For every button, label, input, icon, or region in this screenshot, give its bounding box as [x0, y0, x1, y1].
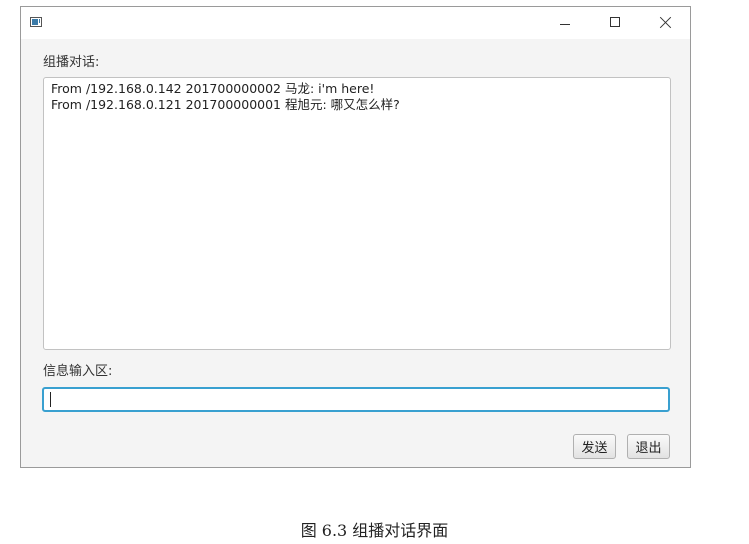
message-input-label: 信息输入区: [43, 364, 113, 379]
chat-message: From /192.168.0.142 201700000002 马龙: i'm… [51, 81, 375, 96]
maximize-button[interactable] [592, 7, 638, 39]
chat-message: From /192.168.0.121 201700000001 程旭元: 哪又… [51, 97, 400, 112]
text-caret [50, 392, 51, 407]
app-window: 组播对话: From /192.168.0.142 201700000002 马… [20, 6, 691, 468]
minimize-icon [560, 24, 570, 25]
exit-button[interactable]: 退出 [627, 434, 670, 459]
figure-caption: 图 6.3 组播对话界面 [300, 521, 449, 540]
chat-label: 组播对话: [43, 55, 100, 70]
close-button[interactable] [642, 7, 688, 39]
message-input[interactable] [42, 387, 670, 412]
minimize-button[interactable] [542, 7, 588, 39]
title-bar[interactable] [21, 7, 690, 39]
send-button[interactable]: 发送 [573, 434, 616, 459]
chat-history[interactable]: From /192.168.0.142 201700000002 马龙: i'm… [43, 77, 671, 350]
close-icon [658, 16, 672, 30]
maximize-icon [610, 17, 620, 27]
app-window-icon [30, 17, 42, 27]
